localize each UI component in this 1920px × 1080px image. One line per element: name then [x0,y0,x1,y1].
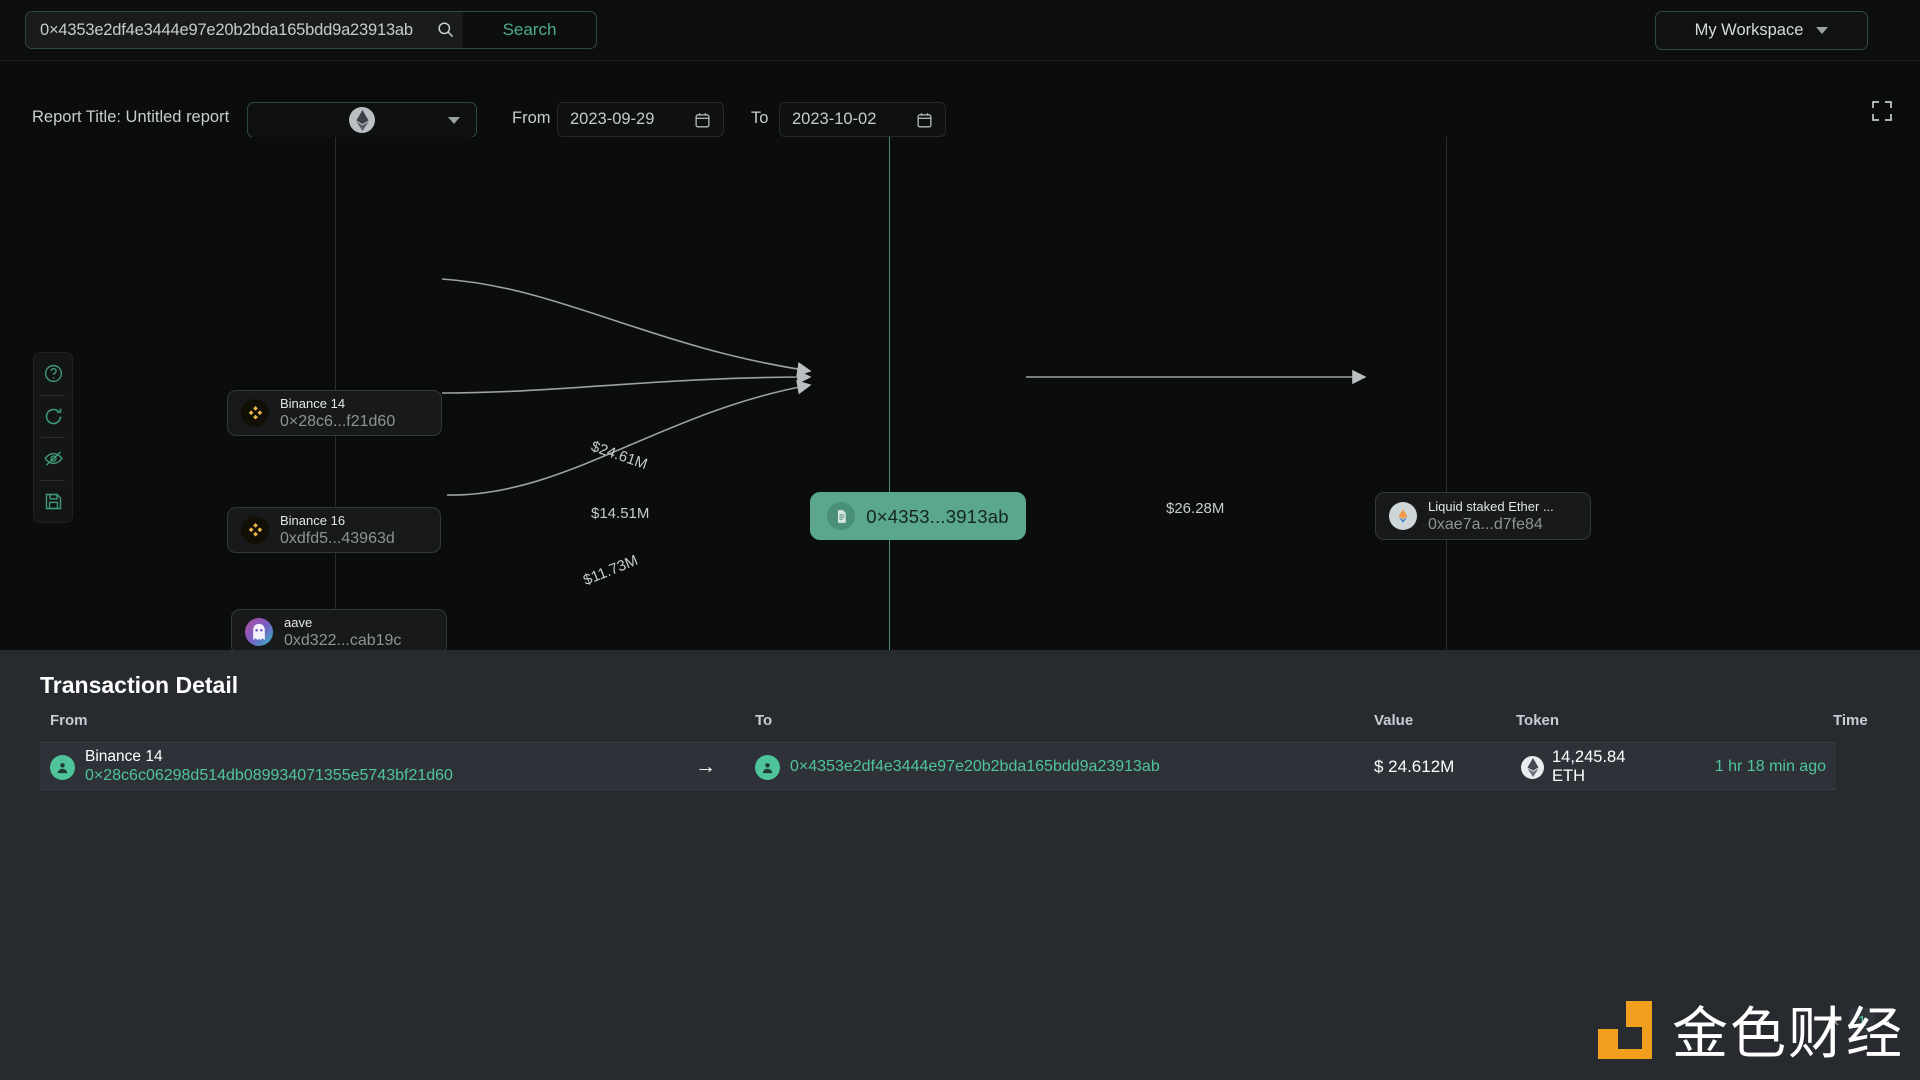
column-header-to: To [755,712,773,729]
direction-arrow-icon: → [695,755,716,778]
chain-selector[interactable] [247,102,477,138]
value-text: $ 24.612M [1374,757,1455,776]
column-header-token: Token [1516,712,1560,729]
calendar-icon[interactable] [916,111,933,129]
cell-time: 1 hr 18 min ago [1715,743,1826,791]
from-date-value: 2023-09-29 [570,110,655,128]
ethereum-icon [1521,755,1544,779]
to-date-input[interactable]: 2023-10-02 [779,102,946,137]
token-symbol: ETH [1552,767,1585,785]
from-label: From [512,109,551,127]
top-bar: Search My Workspace [0,0,1920,61]
binance-icon [241,399,269,427]
column-header-time: Time [1833,712,1868,729]
to-date-value: 2023-10-02 [792,110,877,128]
user-avatar-icon [50,754,75,780]
token-amount: 14,245.84 [1552,748,1626,766]
workspace-label: My Workspace [1694,21,1804,39]
from-name: Binance 14 [85,748,163,765]
graph-canvas[interactable]: $24.61M $14.51M $11.73M $26.28M Binance … [0,137,1920,650]
graph-node-binance16[interactable]: Binance 16 0xdfd5...43963d [227,507,441,553]
user-avatar-icon [755,754,780,780]
from-date-input[interactable]: 2023-09-29 [557,102,724,137]
column-header-value: Value [1374,712,1414,729]
graph-node-lido[interactable]: Liquid staked Ether ... 0xae7a...d7fe84 [1375,492,1591,540]
edge-binance14-center [441,278,812,377]
table-row[interactable]: Binance 14 0×28c6c06298d514db08993407135… [40,742,1836,790]
workspace-selector[interactable]: My Workspace [1655,11,1868,50]
node-label: Binance 16 [280,512,346,528]
node-label: aave [284,614,313,630]
cell-from[interactable]: Binance 14 0×28c6c06298d514db08993407135… [50,743,453,791]
node-address: 0xd322...cab19c [284,631,402,649]
calendar-icon[interactable] [694,111,711,129]
page-number-1[interactable]: 1 [1849,1008,1875,1034]
edge-aave-center [446,380,812,496]
table-header: From To Value Token Time [0,712,1920,742]
from-address-link[interactable]: 0×28c6c06298d514db089934071355e5743bf21d… [85,766,453,786]
report-toolbar: Report Title: Untitled report From 2023-… [0,61,1920,138]
column-header-from: From [50,712,88,729]
node-address: 0xae7a...d7fe84 [1428,515,1543,533]
aave-icon [245,618,273,646]
graph-node-focus[interactable]: 0×4353...3913ab [810,492,1026,540]
contract-icon [827,502,856,530]
node-label: Liquid staked Ether ... [1428,498,1554,514]
binance-icon [241,516,269,544]
timestamp-text: 1 hr 18 min ago [1714,758,1826,775]
chevron-right-icon[interactable]: › [1885,1013,1890,1030]
chevron-left-icon[interactable]: ‹ [1834,1013,1839,1030]
search-bar: Search [25,11,597,49]
to-address-link[interactable]: 0×4353e2df4e3444e97e20b2bda165bdd9a23913… [790,757,1160,777]
cell-token: 14,245.84 ETH [1521,743,1625,791]
graph-node-aave[interactable]: aave 0xd322...cab19c [231,609,447,650]
search-input[interactable] [26,12,463,48]
search-button[interactable]: Search [463,12,596,48]
cell-value: $ 24.612M [1374,743,1454,791]
section-title: Transaction Detail [40,672,239,698]
node-address: 0×28c6...f21d60 [280,412,396,430]
cell-to[interactable]: 0×4353e2df4e3444e97e20b2bda165bdd9a23913… [755,743,1160,791]
ethereum-icon [349,107,375,133]
chevron-down-icon [1816,27,1829,34]
to-label: To [751,109,769,127]
node-address: 0xdfd5...43963d [280,529,395,547]
search-field [26,12,463,48]
lido-icon [1389,502,1417,530]
edge-binance16-center [441,369,812,394]
node-address: 0×4353...3913ab [866,505,1009,527]
graph-node-binance14[interactable]: Binance 14 0×28c6...f21d60 [227,390,442,436]
page-title: Report Title: Untitled report [32,108,230,126]
cell-arrow: → [695,743,716,791]
node-label: Binance 14 [280,395,346,411]
chevron-down-icon [448,116,460,124]
pagination: ‹ 1 › [1834,1008,1890,1034]
fullscreen-icon[interactable] [1871,100,1893,122]
